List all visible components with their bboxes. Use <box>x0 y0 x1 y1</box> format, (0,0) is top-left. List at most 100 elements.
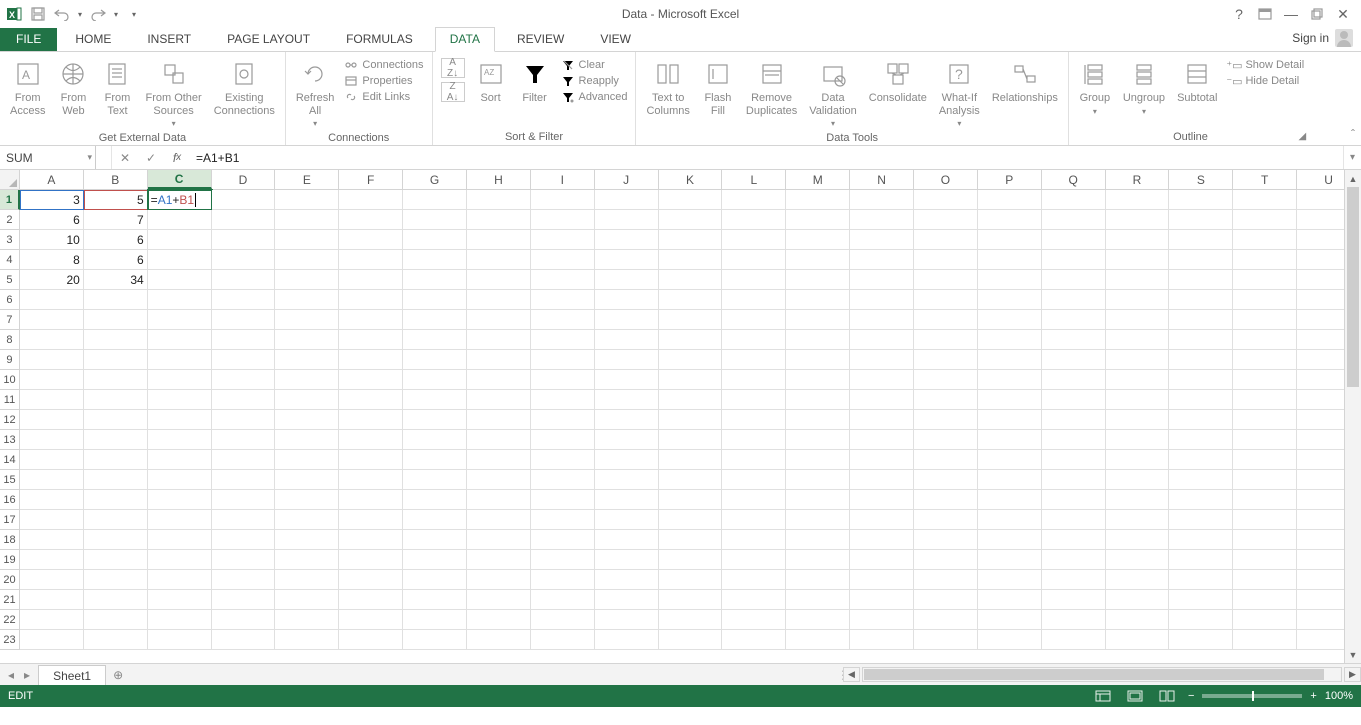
cell-A6[interactable] <box>20 290 84 310</box>
cell-T21[interactable] <box>1233 590 1297 610</box>
select-all-corner[interactable] <box>0 170 20 189</box>
cell-D20[interactable] <box>212 570 276 590</box>
cell-C12[interactable] <box>148 410 212 430</box>
cell-O8[interactable] <box>914 330 978 350</box>
redo-dropdown[interactable]: ▾ <box>111 3 121 25</box>
cell-B7[interactable] <box>84 310 148 330</box>
cell-K8[interactable] <box>659 330 723 350</box>
connections-button[interactable]: Connections <box>344 58 423 72</box>
column-header-R[interactable]: R <box>1106 170 1170 189</box>
cell-K22[interactable] <box>659 610 723 630</box>
cell-O13[interactable] <box>914 430 978 450</box>
cell-G13[interactable] <box>403 430 467 450</box>
row-header-12[interactable]: 12 <box>0 410 20 430</box>
column-header-M[interactable]: M <box>786 170 850 189</box>
cell-J14[interactable] <box>595 450 659 470</box>
cell-F4[interactable] <box>339 250 403 270</box>
cell-S11[interactable] <box>1169 390 1233 410</box>
cell-S17[interactable] <box>1169 510 1233 530</box>
existing-connections-button[interactable]: Existing Connections <box>210 56 279 119</box>
cell-P17[interactable] <box>978 510 1042 530</box>
tab-formulas[interactable]: FORMULAS <box>332 28 427 51</box>
cell-B8[interactable] <box>84 330 148 350</box>
cell-P22[interactable] <box>978 610 1042 630</box>
undo-button[interactable] <box>51 3 73 25</box>
row-header-17[interactable]: 17 <box>0 510 20 530</box>
cell-S9[interactable] <box>1169 350 1233 370</box>
row-header-11[interactable]: 11 <box>0 390 20 410</box>
cell-R16[interactable] <box>1106 490 1170 510</box>
cancel-formula-button[interactable]: ✕ <box>112 146 138 169</box>
data-validation-button[interactable]: Data Validation▾ <box>805 56 861 130</box>
cell-I10[interactable] <box>531 370 595 390</box>
sign-in[interactable]: Sign in <box>1284 25 1361 51</box>
cell-N12[interactable] <box>850 410 914 430</box>
cell-C8[interactable] <box>148 330 212 350</box>
cell-H10[interactable] <box>467 370 531 390</box>
cell-D19[interactable] <box>212 550 276 570</box>
cell-A16[interactable] <box>20 490 84 510</box>
cell-B11[interactable] <box>84 390 148 410</box>
column-header-F[interactable]: F <box>339 170 403 189</box>
cell-T14[interactable] <box>1233 450 1297 470</box>
cell-C18[interactable] <box>148 530 212 550</box>
cell-T1[interactable] <box>1233 190 1297 210</box>
cell-G21[interactable] <box>403 590 467 610</box>
cell-R1[interactable] <box>1106 190 1170 210</box>
cell-M7[interactable] <box>786 310 850 330</box>
sort-button[interactable]: AZSort <box>471 56 511 107</box>
cell-F18[interactable] <box>339 530 403 550</box>
cell-B23[interactable] <box>84 630 148 650</box>
cell-N19[interactable] <box>850 550 914 570</box>
cell-H9[interactable] <box>467 350 531 370</box>
cell-D22[interactable] <box>212 610 276 630</box>
collapse-ribbon-icon[interactable]: ˆ <box>1351 127 1355 141</box>
column-header-O[interactable]: O <box>914 170 978 189</box>
cell-M21[interactable] <box>786 590 850 610</box>
remove-duplicates-button[interactable]: Remove Duplicates <box>742 56 801 119</box>
cell-Q9[interactable] <box>1042 350 1106 370</box>
cell-S5[interactable] <box>1169 270 1233 290</box>
cell-R19[interactable] <box>1106 550 1170 570</box>
cell-T7[interactable] <box>1233 310 1297 330</box>
cell-O11[interactable] <box>914 390 978 410</box>
row-header-14[interactable]: 14 <box>0 450 20 470</box>
cell-E5[interactable] <box>275 270 339 290</box>
cell-H14[interactable] <box>467 450 531 470</box>
row-header-1[interactable]: 1 <box>0 190 20 210</box>
cell-L9[interactable] <box>722 350 786 370</box>
cell-T3[interactable] <box>1233 230 1297 250</box>
cell-F21[interactable] <box>339 590 403 610</box>
sheet-tab-sheet1[interactable]: Sheet1 <box>38 665 106 685</box>
cell-R3[interactable] <box>1106 230 1170 250</box>
column-header-T[interactable]: T <box>1233 170 1297 189</box>
cell-S7[interactable] <box>1169 310 1233 330</box>
cell-K21[interactable] <box>659 590 723 610</box>
cell-S16[interactable] <box>1169 490 1233 510</box>
cell-H18[interactable] <box>467 530 531 550</box>
cell-S23[interactable] <box>1169 630 1233 650</box>
zoom-in-button[interactable]: + <box>1310 690 1316 702</box>
cell-P4[interactable] <box>978 250 1042 270</box>
cell-L20[interactable] <box>722 570 786 590</box>
cell-J5[interactable] <box>595 270 659 290</box>
cell-P18[interactable] <box>978 530 1042 550</box>
cell-E22[interactable] <box>275 610 339 630</box>
cell-M6[interactable] <box>786 290 850 310</box>
cell-I21[interactable] <box>531 590 595 610</box>
cell-C9[interactable] <box>148 350 212 370</box>
cell-G15[interactable] <box>403 470 467 490</box>
sort-za-button[interactable]: ZA↓ <box>441 82 465 102</box>
sheet-nav-first[interactable]: ◂ <box>8 668 14 682</box>
cell-T15[interactable] <box>1233 470 1297 490</box>
cell-T11[interactable] <box>1233 390 1297 410</box>
cell-R8[interactable] <box>1106 330 1170 350</box>
zoom-control[interactable]: − + 100% <box>1188 690 1353 702</box>
cell-M22[interactable] <box>786 610 850 630</box>
cell-L17[interactable] <box>722 510 786 530</box>
cell-H22[interactable] <box>467 610 531 630</box>
name-box[interactable]: SUM▾ <box>0 146 96 169</box>
cell-T8[interactable] <box>1233 330 1297 350</box>
cell-H23[interactable] <box>467 630 531 650</box>
cell-H3[interactable] <box>467 230 531 250</box>
